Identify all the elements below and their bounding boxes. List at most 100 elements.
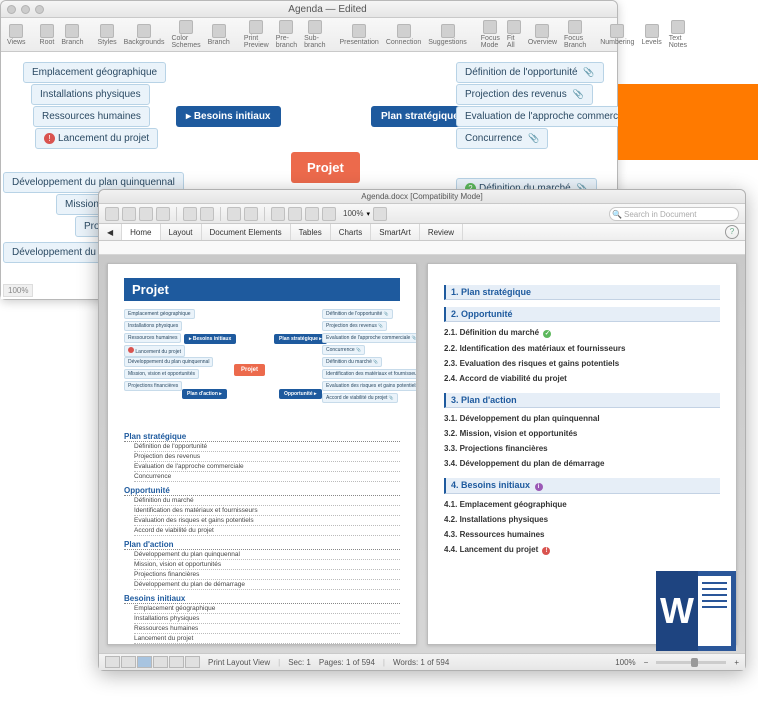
word-titlebar: Agenda.docx [Compatibility Mode] <box>99 190 745 204</box>
search-input[interactable]: Search in Document <box>609 207 739 221</box>
toolbar-views[interactable]: Views <box>5 24 28 46</box>
zoom-icon[interactable] <box>35 5 44 14</box>
toc-item: Evaluation de l'approche commerciale <box>134 462 400 472</box>
attachment-icon: 📎 <box>583 67 594 77</box>
ribbon-back[interactable]: ◀ <box>99 224 122 240</box>
toolbar-sub-branch[interactable]: Sub-branch <box>302 20 327 49</box>
leaf-left-7[interactable]: Développement du <box>3 242 105 263</box>
toc-item: Développement du plan de démarrage <box>134 580 400 590</box>
ribbon-tabs: ◀HomeLayoutDocument ElementsTablesCharts… <box>99 224 745 241</box>
titlebar: Agenda — Edited <box>1 1 617 18</box>
zoom-indicator: 100% <box>3 284 33 297</box>
outline-item: 4.4. Lancement du projet ! <box>444 542 720 558</box>
save-icon[interactable] <box>139 207 153 221</box>
toolbar-color-schemes[interactable]: Color Schemes <box>169 20 202 49</box>
branch-besoins[interactable]: ▸ Besoins initiaux <box>176 106 281 127</box>
attachment-icon: 📎 <box>573 89 584 99</box>
toc-item: Mission, vision et opportunités <box>134 560 400 570</box>
status-bar: Print Layout View | Sec: 1 Pages: 1 of 5… <box>99 653 745 670</box>
toc-item: Emplacement géographique <box>134 604 400 614</box>
outline-item: 2.3. Evaluation des risques et gains pot… <box>444 356 720 371</box>
tab-charts[interactable]: Charts <box>331 224 372 240</box>
close-icon[interactable] <box>7 5 16 14</box>
toolbar-branch[interactable]: Branch <box>59 24 85 46</box>
toolbar-connection[interactable]: Connection <box>384 24 423 46</box>
toolbar-styles[interactable]: Styles <box>96 24 119 46</box>
toolbar-overview[interactable]: Overview <box>526 24 559 46</box>
show-icon[interactable] <box>288 207 302 221</box>
status-pages: Pages: 1 of 594 <box>319 658 375 667</box>
sidebar-icon[interactable] <box>305 207 319 221</box>
ruler <box>99 241 745 255</box>
toc-item: Ressources humaines <box>134 624 400 634</box>
gallery-icon[interactable] <box>322 207 336 221</box>
toc-item: Lancement du projet <box>134 634 400 644</box>
outline-item: 3.1. Développement du plan quinquennal <box>444 411 720 426</box>
help-icon[interactable] <box>373 207 387 221</box>
minimize-icon[interactable] <box>21 5 30 14</box>
tab-smartart[interactable]: SmartArt <box>371 224 420 240</box>
open-icon[interactable] <box>122 207 136 221</box>
leaf-right-0[interactable]: Définition de l'opportunité 📎 <box>456 62 604 83</box>
print-icon[interactable] <box>156 207 170 221</box>
toolbar-backgrounds[interactable]: Backgrounds <box>122 24 167 46</box>
page-1: Projet Projet▸ Besoins initiauxPlan stra… <box>107 263 417 645</box>
toolbar-suggestions[interactable]: Suggestions <box>426 24 469 46</box>
section-heading: 1. Plan stratégique <box>444 285 720 300</box>
toolbar-text-notes[interactable]: Text Notes <box>667 20 689 49</box>
leaf-left-2[interactable]: Ressources humaines <box>33 106 150 127</box>
toc-heading: Opportunité <box>124 486 400 496</box>
leaf-left-1[interactable]: Installations physiques <box>31 84 150 105</box>
view-buttons[interactable] <box>105 656 200 668</box>
toolbar-presentation[interactable]: Presentation <box>338 24 381 46</box>
leaf-left-3[interactable]: !Lancement du projet <box>35 128 158 149</box>
tab-review[interactable]: Review <box>420 224 463 240</box>
redo-icon[interactable] <box>200 207 214 221</box>
section-heading: 3. Plan d'action <box>444 393 720 408</box>
undo-icon[interactable] <box>183 207 197 221</box>
toolbar-print-preview[interactable]: Print Preview <box>242 20 271 49</box>
zoom-in-icon[interactable]: + <box>734 658 739 667</box>
traffic-lights <box>7 5 44 14</box>
zoom-slider[interactable] <box>656 661 726 664</box>
section-heading: 4. Besoins initiaux i <box>444 478 720 494</box>
collapse-ribbon-icon[interactable]: ? <box>725 225 739 239</box>
toolbar-numbering[interactable]: Numbering <box>598 24 636 46</box>
toolbar-branch[interactable]: Branch <box>206 24 232 46</box>
outline-item: 4.3. Ressources humaines <box>444 527 720 542</box>
tab-home[interactable]: Home <box>122 224 160 240</box>
word-quick-toolbar: 100% ▾ Search in Document <box>99 204 745 224</box>
toolbar-fit-all[interactable]: Fit All <box>505 20 523 49</box>
toc-item: Evaluation des risques et gains potentie… <box>134 516 400 526</box>
leaf-right-3[interactable]: Concurrence 📎 <box>456 128 548 149</box>
tab-tables[interactable]: Tables <box>291 224 331 240</box>
zoom-dropdown[interactable]: 100% <box>343 209 363 218</box>
new-icon[interactable] <box>105 207 119 221</box>
tab-document-elements[interactable]: Document Elements <box>202 224 291 240</box>
toc-item: Projection des revenus <box>134 452 400 462</box>
toolbar-levels[interactable]: Levels <box>639 24 663 46</box>
toolbar: ViewsRootBranchStylesBackgroundsColor Sc… <box>1 18 617 52</box>
leaf-right-1[interactable]: Projection des revenus 📎 <box>456 84 593 105</box>
leaf-left-0[interactable]: Emplacement géographique <box>23 62 166 83</box>
status-sec: Sec: 1 <box>288 658 311 667</box>
section-heading: 2. Opportunité <box>444 307 720 322</box>
toolbar-pre-branch[interactable]: Pre-branch <box>274 20 299 49</box>
toolbar-focus-mode[interactable]: Focus Mode <box>479 20 502 49</box>
toc-item: Définition de l'opportunité <box>134 442 400 452</box>
root-node[interactable]: Projet <box>291 152 360 183</box>
toolbar-focus-branch[interactable]: Focus Branch <box>562 20 588 49</box>
toolbar-root[interactable]: Root <box>38 24 57 46</box>
mini-mindmap: Projet▸ Besoins initiauxPlan stratégique… <box>124 309 400 424</box>
copy-icon[interactable] <box>244 207 258 221</box>
toc-heading: Plan stratégique <box>124 432 400 442</box>
view-label: Print Layout View <box>208 658 270 667</box>
toc-heading: Besoins initiaux <box>124 594 400 604</box>
cut-icon[interactable] <box>227 207 241 221</box>
toc-item: Définition du marché <box>134 496 400 506</box>
toc-item: Projections financières <box>134 570 400 580</box>
outline-item: 4.1. Emplacement géographique <box>444 497 720 512</box>
tab-layout[interactable]: Layout <box>161 224 202 240</box>
zoom-out-icon[interactable]: − <box>644 658 649 667</box>
format-icon[interactable] <box>271 207 285 221</box>
